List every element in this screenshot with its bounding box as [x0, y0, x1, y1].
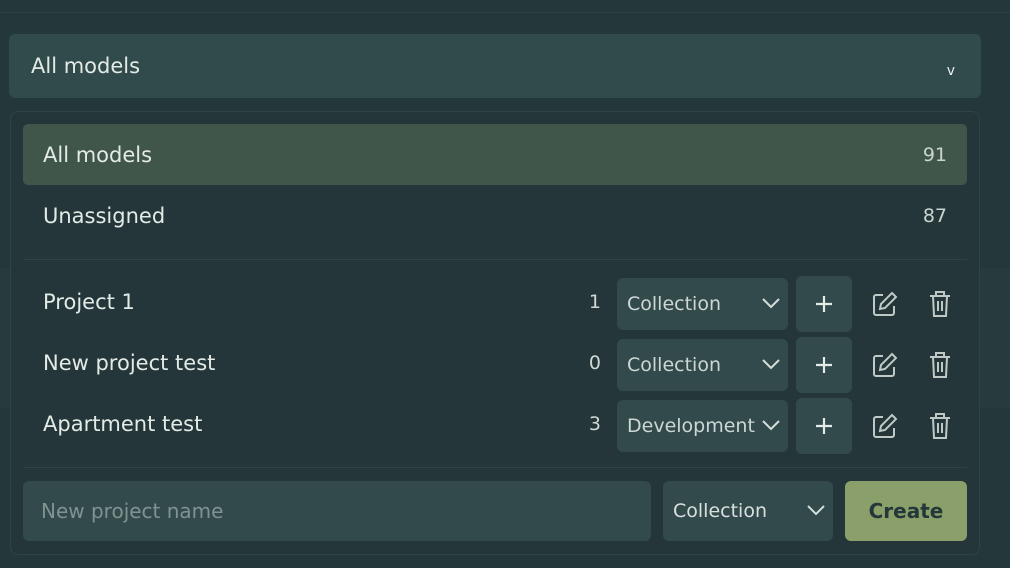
- project-name: New project test: [43, 351, 216, 375]
- project-row[interactable]: Apartment test 3 Development: [23, 398, 967, 454]
- project-name: Apartment test: [43, 412, 203, 436]
- plus-icon: [816, 418, 832, 434]
- chevron-down-icon: [762, 359, 780, 370]
- filter-option-label: Unassigned: [43, 203, 166, 228]
- plus-icon: [816, 357, 832, 373]
- trash-icon[interactable]: [929, 290, 951, 318]
- new-project-type-select[interactable]: Collection: [663, 481, 833, 541]
- project-count: 3: [588, 413, 601, 435]
- add-to-project-button[interactable]: [796, 337, 852, 393]
- plus-icon: [816, 296, 832, 312]
- project-type-select[interactable]: Development: [617, 400, 788, 452]
- project-count: 1: [588, 291, 601, 313]
- edit-icon[interactable]: [872, 413, 898, 439]
- chevron-down-icon: [762, 420, 780, 431]
- chevron-down-icon: [807, 505, 825, 516]
- project-row[interactable]: Project 1 1 Collection: [23, 276, 967, 332]
- chevron-down-icon: [762, 298, 780, 309]
- filter-option-all-models[interactable]: All models 91: [23, 124, 967, 185]
- edit-icon[interactable]: [872, 291, 898, 317]
- filter-option-label: All models: [43, 142, 153, 167]
- project-type-select[interactable]: Collection: [617, 278, 788, 330]
- trash-icon[interactable]: [929, 412, 951, 440]
- model-filter-select[interactable]: All models v: [9, 34, 981, 98]
- new-project-type-value: Collection: [673, 500, 767, 522]
- project-name: Project 1: [43, 290, 135, 314]
- section-divider: [23, 467, 967, 468]
- add-to-project-button[interactable]: [796, 398, 852, 454]
- add-to-project-button[interactable]: [796, 276, 852, 332]
- model-filter-value: All models: [31, 54, 141, 78]
- filter-option-count: 91: [922, 143, 947, 166]
- background-divider: [0, 12, 1010, 13]
- section-divider: [23, 259, 967, 260]
- create-project-button[interactable]: Create: [845, 481, 967, 541]
- edit-icon[interactable]: [872, 352, 898, 378]
- chevron-down-icon: v: [946, 63, 955, 79]
- filter-option-unassigned[interactable]: Unassigned 87: [23, 185, 967, 246]
- project-type-select[interactable]: Collection: [617, 339, 788, 391]
- model-filter-dropdown: All models 91 Unassigned 87 Project 1 1 …: [10, 111, 980, 555]
- project-count: 0: [588, 352, 601, 374]
- filter-option-count: 87: [922, 204, 947, 227]
- new-project-name-input[interactable]: [23, 481, 651, 541]
- project-row[interactable]: New project test 0 Collection: [23, 337, 967, 393]
- trash-icon[interactable]: [929, 351, 951, 379]
